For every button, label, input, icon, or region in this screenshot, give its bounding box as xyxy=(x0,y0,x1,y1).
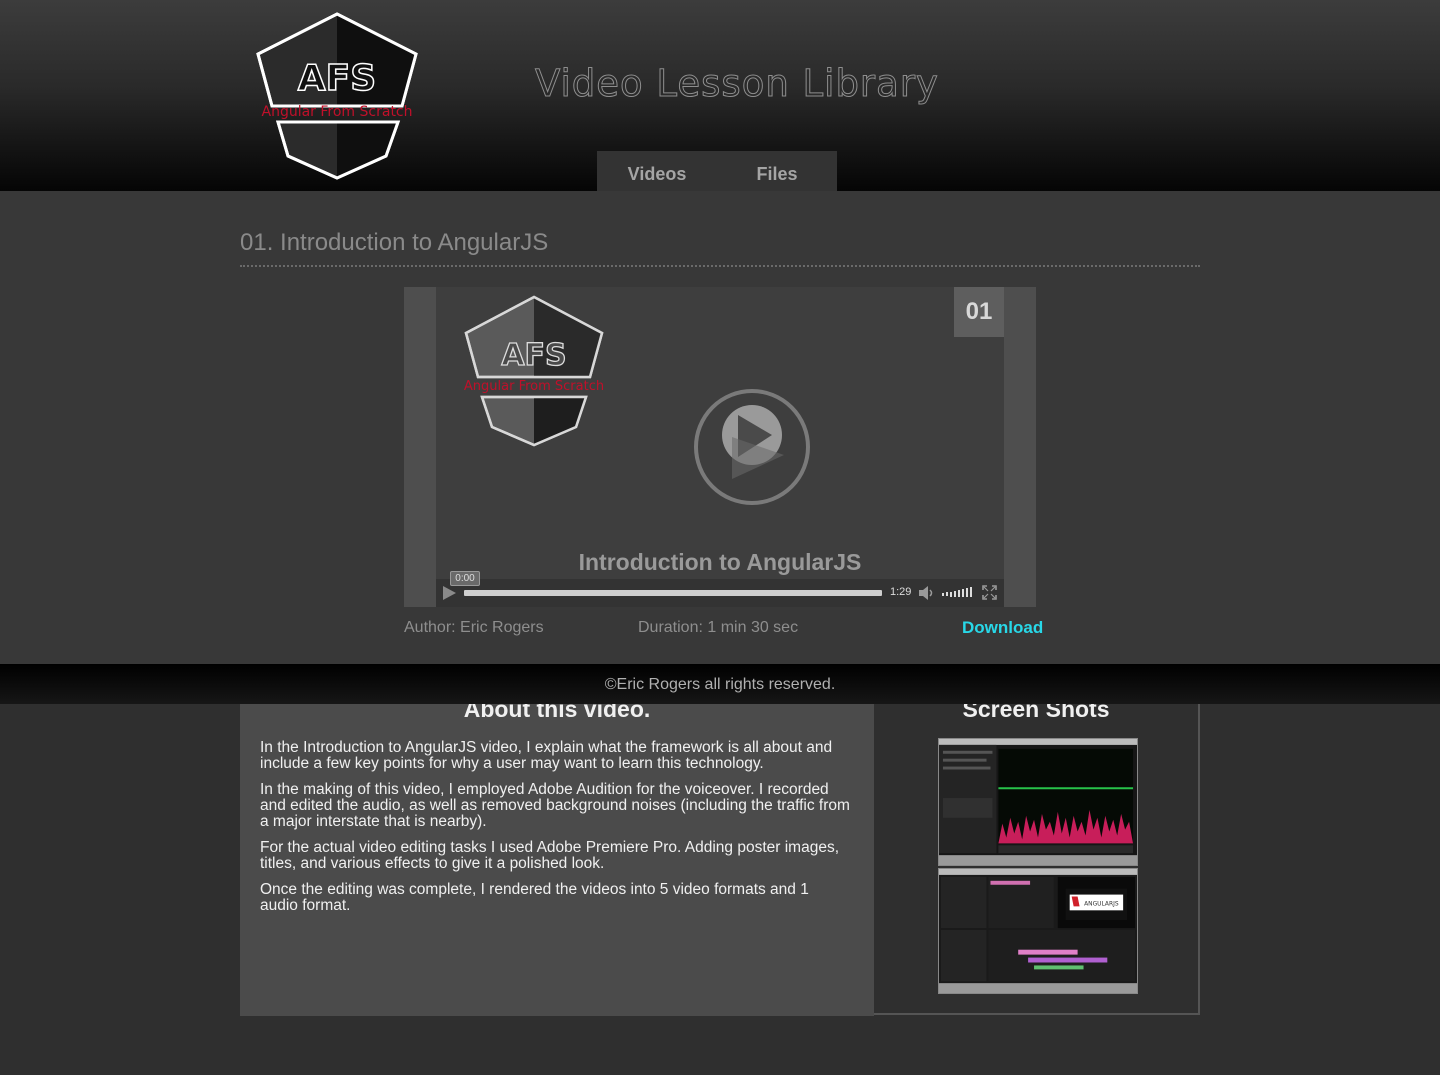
duration-label: Duration: 1 min 30 sec xyxy=(638,619,799,636)
svg-text:AFS: AFS xyxy=(501,338,566,373)
video-poster[interactable]: AFS Angular From Scratch 01 Introduction… xyxy=(436,287,1004,607)
author-label: Author: Eric Rogers xyxy=(404,619,544,636)
site-title: Video Lesson Library xyxy=(535,62,939,106)
copyright-text: ©Eric Rogers all rights reserved. xyxy=(604,676,836,693)
about-paragraph: Once the editing was complete, I rendere… xyxy=(260,881,809,914)
afs-logo[interactable]: AFS Angular From Scratch xyxy=(240,10,435,182)
about-panel: About this video. In the Introduction to… xyxy=(240,690,874,1016)
about-paragraph: In the Introduction to AngularJS video, … xyxy=(260,739,833,772)
about-text: In the Introduction to AngularJS video, … xyxy=(260,740,850,924)
svg-text:ANGULARJS: ANGULARJS xyxy=(1084,901,1119,907)
svg-text:AFS: AFS xyxy=(298,58,376,99)
progress-bar[interactable] xyxy=(464,590,882,596)
site-header: AFS Angular From Scratch Video Lesson Li… xyxy=(0,0,1440,191)
fullscreen-icon[interactable] xyxy=(982,585,997,600)
screenshots-panel: Screen Shots ANGULARJS xyxy=(874,690,1200,1015)
video-caption: Introduction to AngularJS xyxy=(578,549,862,575)
about-paragraph: In the making of this video, I employed … xyxy=(260,781,850,830)
speaker-icon[interactable] xyxy=(918,585,936,601)
tab-files[interactable]: Files xyxy=(717,151,837,191)
main-nav: Videos Files xyxy=(597,151,837,191)
site-footer: ©Eric Rogers all rights reserved. xyxy=(0,664,1440,704)
title-divider xyxy=(240,265,1200,267)
screenshot-thumbnail[interactable] xyxy=(938,738,1138,866)
lesson-title: 01. Introduction to AngularJS xyxy=(240,229,549,256)
afs-logo-watermark: AFS Angular From Scratch xyxy=(464,295,604,447)
player-controls: 0:00 1:29 xyxy=(436,571,1004,607)
video-section: 01. Introduction to AngularJS AFS Angula… xyxy=(0,191,1440,664)
current-time-tooltip: 0:00 xyxy=(450,571,480,586)
svg-text:Angular From Scratch: Angular From Scratch xyxy=(464,379,604,394)
volume-slider[interactable] xyxy=(942,587,976,599)
download-link[interactable]: Download xyxy=(962,618,1043,638)
play-icon[interactable] xyxy=(440,584,458,602)
about-paragraph: For the actual video editing tasks I use… xyxy=(260,839,839,872)
tab-videos[interactable]: Videos xyxy=(597,151,717,191)
play-button-icon[interactable] xyxy=(692,387,812,507)
screenshot-thumbnail[interactable]: ANGULARJS xyxy=(938,868,1138,994)
video-player[interactable]: AFS Angular From Scratch 01 Introduction… xyxy=(404,287,1036,607)
lesson-number-badge: 01 xyxy=(954,287,1004,337)
svg-text:Angular From Scratch: Angular From Scratch xyxy=(262,104,413,120)
total-time: 1:29 xyxy=(890,586,912,598)
